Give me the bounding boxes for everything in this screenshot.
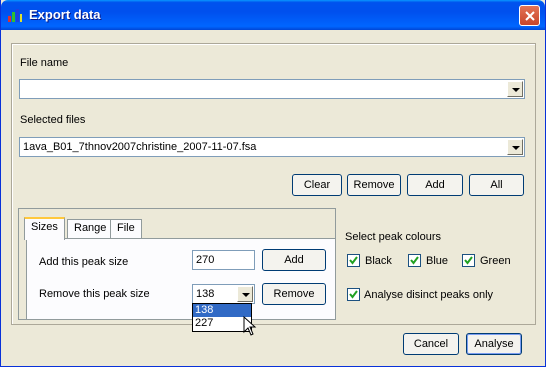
green-checkbox[interactable] xyxy=(462,254,475,267)
window-title: Export data xyxy=(29,7,101,22)
selected-files-label: Selected files xyxy=(20,114,86,126)
all-files-button[interactable]: All xyxy=(469,174,524,196)
green-label: Green xyxy=(480,255,511,267)
blue-label: Blue xyxy=(426,255,449,267)
app-chart-icon xyxy=(8,9,22,22)
analyse-distinct-checkbox[interactable] xyxy=(347,288,360,301)
peak-colours-label: Select peak colours xyxy=(345,231,441,243)
close-icon xyxy=(525,11,535,21)
remove-peak-size-label: Remove this peak size xyxy=(39,288,150,300)
tab-sizes[interactable]: Sizes xyxy=(24,217,65,240)
black-label: Black xyxy=(365,255,392,267)
add-peak-size-value: 270 xyxy=(196,254,215,266)
checkmark-icon xyxy=(349,290,358,299)
remove-peak-size-combo[interactable]: 138 xyxy=(192,284,255,304)
checkmark-icon xyxy=(349,256,358,265)
analyse-distinct-label: Analyse disinct peaks only xyxy=(364,289,494,301)
black-checkbox[interactable] xyxy=(347,254,360,267)
remove-peak-size-button[interactable]: Remove xyxy=(262,283,326,305)
file-name-combo[interactable] xyxy=(19,79,525,99)
add-peak-size-label: Add this peak size xyxy=(39,256,129,268)
tab-range[interactable]: Range xyxy=(67,219,114,239)
add-peak-size-input[interactable]: 270 xyxy=(192,250,255,270)
clear-button[interactable]: Clear xyxy=(292,174,342,196)
checkmark-icon xyxy=(410,256,419,265)
close-button[interactable] xyxy=(519,5,540,26)
remove-file-button[interactable]: Remove xyxy=(347,174,401,196)
selected-files-value: 1ava_B01_7thnov2007christine_2007-11-07.… xyxy=(23,141,257,153)
cancel-button[interactable]: Cancel xyxy=(403,333,459,355)
blue-checkbox[interactable] xyxy=(408,254,421,267)
remove-peak-size-value: 138 xyxy=(196,288,215,300)
add-peak-size-button[interactable]: Add xyxy=(262,249,326,271)
chevron-down-icon[interactable] xyxy=(237,286,253,302)
mouse-cursor-icon xyxy=(243,316,257,336)
chevron-down-icon[interactable] xyxy=(507,81,523,97)
chevron-down-icon[interactable] xyxy=(507,139,523,155)
add-file-button[interactable]: Add xyxy=(407,174,463,196)
file-name-label: File name xyxy=(20,57,69,69)
selected-files-combo[interactable]: 1ava_B01_7thnov2007christine_2007-11-07.… xyxy=(19,137,525,157)
checkmark-icon xyxy=(464,256,473,265)
export-data-window: Export data File name Selected files 1av… xyxy=(0,0,546,367)
title-bar[interactable]: Export data xyxy=(1,0,545,30)
analyse-button[interactable]: Analyse xyxy=(466,333,522,355)
tab-file[interactable]: File xyxy=(110,219,142,239)
